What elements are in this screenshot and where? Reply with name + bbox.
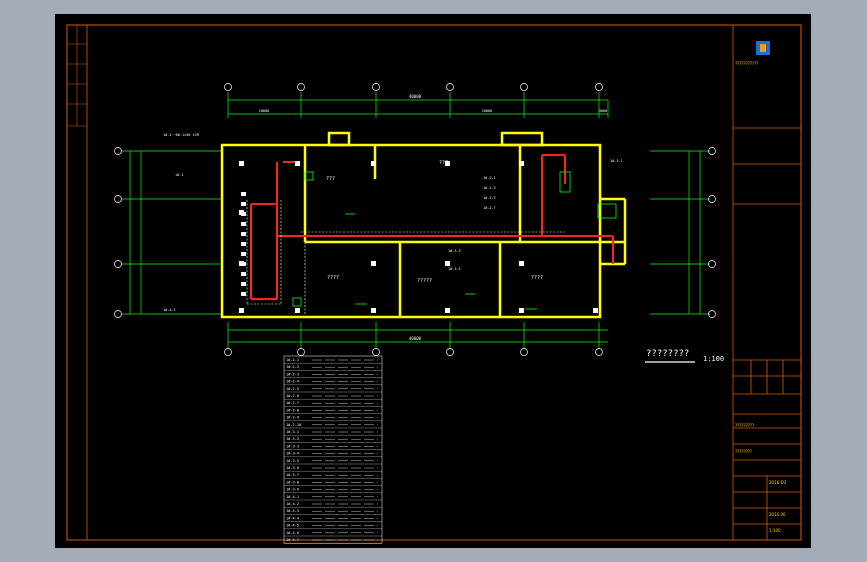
outer-frame — [66, 24, 802, 541]
legend-row-label: 1#-3-3 — [286, 444, 299, 448]
legend-row-label: 1#-3-5 — [286, 459, 299, 463]
title-project: ????????? — [735, 423, 755, 428]
left-strip — [67, 25, 87, 127]
legend-row-label: 1#-2-2 — [286, 365, 299, 369]
dashed-cables — [246, 200, 565, 314]
title-block — [732, 24, 802, 541]
legend-row-label: 1#-4-6 — [286, 531, 299, 535]
legend-row-label: 1#-3-6 — [286, 466, 299, 470]
scale-value: 1:100 — [703, 355, 724, 363]
dim-top-left: 18000 — [259, 109, 270, 113]
annotation-labels: 1#-1 −6#-1×50 1CM 1#-1 1#-2-1 1#-2-3 1#-… — [163, 133, 623, 312]
legend-row-label: 1#-4-5 — [286, 524, 299, 528]
legend-row-label: 1#-2-9 — [286, 416, 299, 420]
inner-frame — [86, 24, 802, 541]
legend-row-label: 1#-4-3 — [286, 509, 299, 513]
drawing-sheet: 1#-1 −6#-1×50 1CM 1#-1 1#-2-1 1#-2-3 1#-… — [55, 14, 811, 548]
room-label-e: ???? — [531, 275, 543, 281]
logo-mark — [760, 44, 766, 52]
title-drawing-name: ???????? — [735, 449, 752, 454]
title-company: ??????????? — [735, 61, 759, 66]
title-drawing-no: 2016-D3 — [769, 480, 787, 485]
scale-caption: ???????? — [646, 349, 689, 359]
legend-row-label: 1#-2-4 — [286, 380, 299, 384]
cable-legend-table: 1#-2-1 1#-2-2 1#-2-3 1#-2-4 1#-2-5 1#-2-6 1#-2… — [283, 355, 383, 544]
lighting-fixtures — [292, 171, 617, 310]
svg-text:1#-1: 1#-1 — [175, 173, 183, 177]
legend-row-label: 1#-3-4 — [286, 452, 299, 456]
legend-row-label: 1#-2-3 — [286, 372, 299, 376]
svg-text:1#-3-3: 1#-3-3 — [448, 249, 461, 253]
dim-top-right: 4000 — [599, 109, 607, 113]
legend-row-label: 1#-2-10 — [286, 423, 301, 427]
legend-row-label: 1#-2-1 — [286, 358, 299, 362]
legend-row-label: 1#-4-4 — [286, 516, 299, 520]
svg-text:1#-2-3: 1#-2-3 — [483, 186, 496, 190]
dim-bottom-total: 40000 — [409, 336, 422, 341]
svg-text:1#-2-7: 1#-2-7 — [483, 206, 496, 210]
legend-row-label: 1#-2-6 — [286, 394, 299, 398]
title-date: 2016.06 — [769, 512, 786, 517]
room-label-a: ??? — [439, 160, 448, 166]
dim-top-total: 40000 — [409, 94, 422, 99]
floor-plan-drawing: 1#-1 −6#-1×50 1CM 1#-1 1#-2-1 1#-2-3 1#-… — [66, 24, 802, 544]
legend-row-label: 1#-3-8 — [286, 480, 299, 484]
svg-text:1#-4-1: 1#-4-1 — [163, 308, 176, 312]
svg-text:1#-1 −6#-1×50 1CM: 1#-1 −6#-1×50 1CM — [163, 133, 199, 137]
room-label-c: ???? — [327, 275, 339, 281]
bottom-dimensions — [227, 322, 608, 348]
legend-row-label: 1#-2-8 — [286, 408, 299, 412]
left-dimensions — [121, 150, 222, 315]
legend-row-label: 1#-4-2 — [286, 502, 299, 506]
legend-row-label: 1#-3-7 — [286, 473, 299, 477]
title-scale: 1:100 — [769, 528, 781, 533]
legend-row-label: 1#-3-9 — [286, 488, 299, 492]
right-dimensions — [650, 150, 710, 315]
room-label-b: ??? — [326, 176, 335, 182]
legend-row-label: 1#-3-2 — [286, 437, 299, 441]
dim-top-mid: 18000 — [482, 109, 493, 113]
svg-text:1#-3-1: 1#-3-1 — [610, 159, 623, 163]
svg-text:1#-2-5: 1#-2-5 — [483, 196, 496, 200]
legend-row-label: 1#-4-7 — [286, 538, 299, 542]
electrical-equipment — [241, 192, 246, 296]
room-label-d: ????? — [417, 278, 432, 284]
legend-row-label: 1#-2-7 — [286, 401, 299, 405]
legend-row-label: 1#-2-5 — [286, 387, 299, 391]
legend-row-label: 1#-3-1 — [286, 430, 299, 434]
legend-row-label: 1#-4-1 — [286, 495, 299, 499]
svg-text:1#-3-5: 1#-3-5 — [448, 267, 461, 271]
svg-text:1#-2-1: 1#-2-1 — [483, 176, 496, 180]
